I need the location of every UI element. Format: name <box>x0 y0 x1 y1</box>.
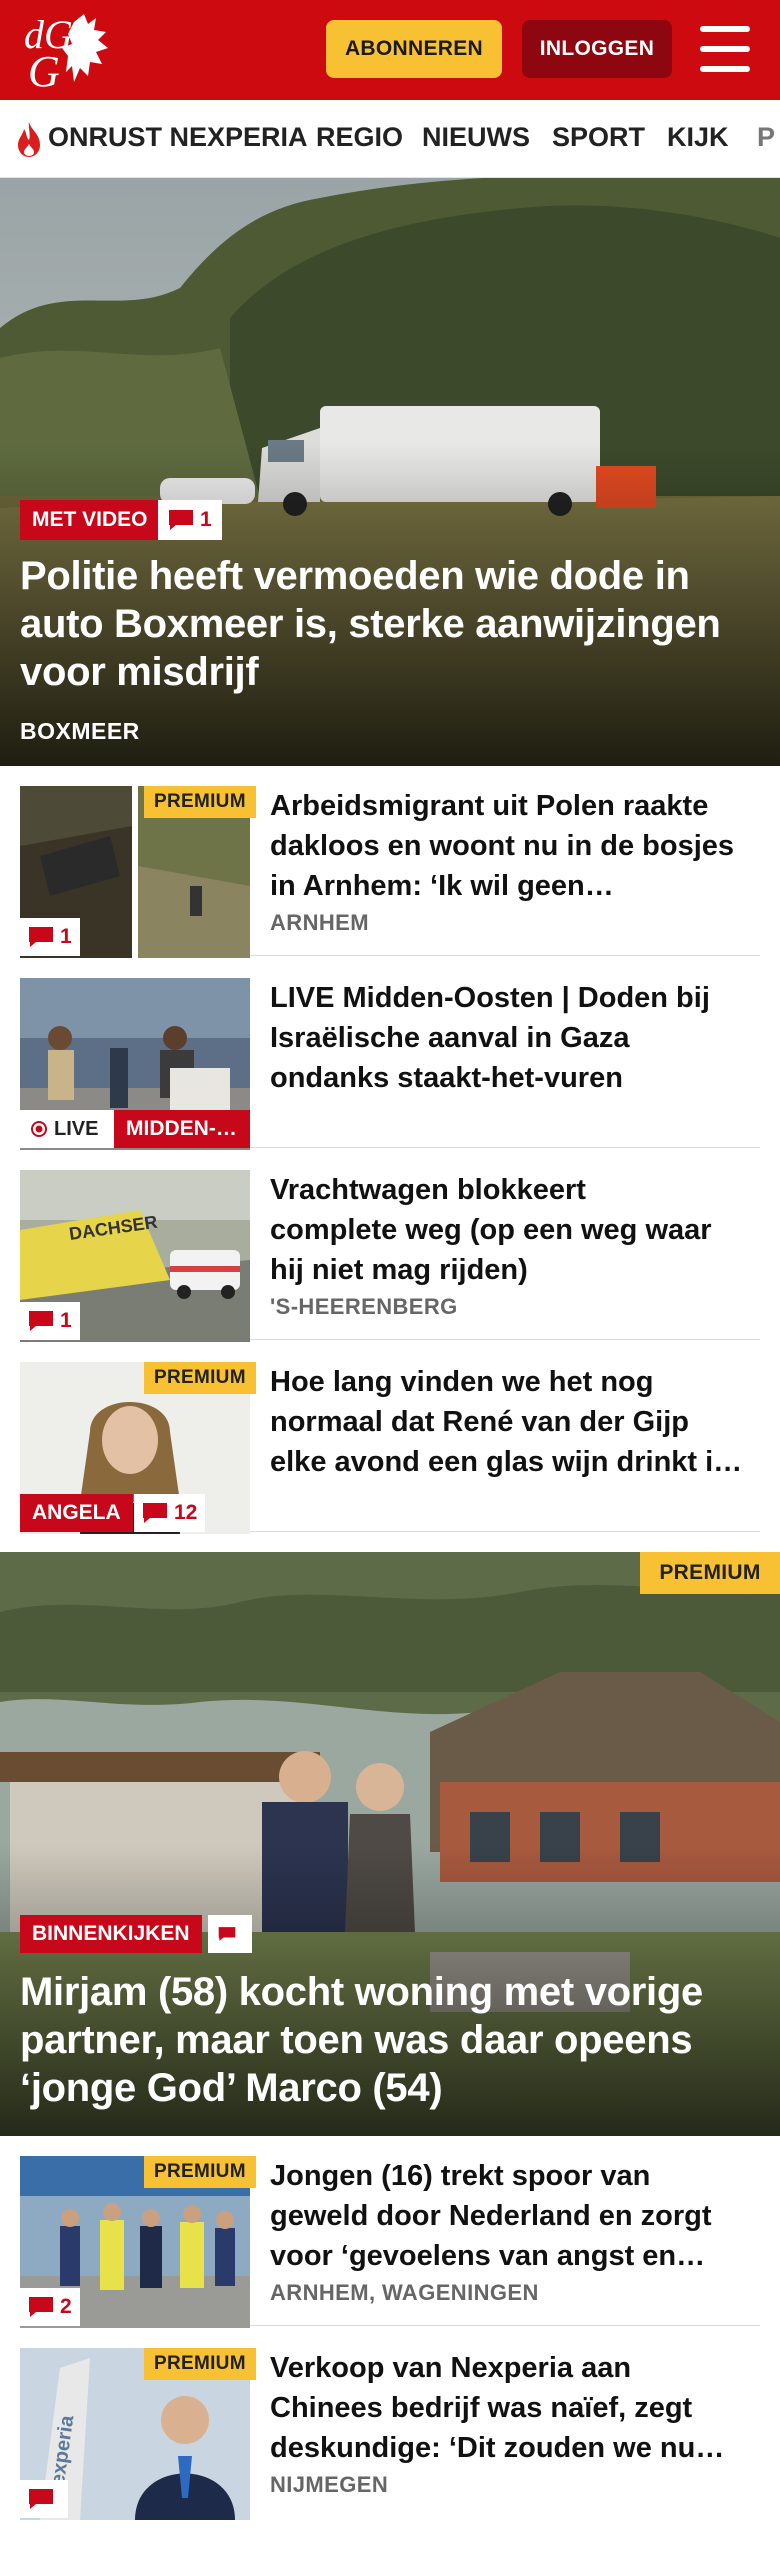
headline-line: Vrachtwagen blokkeert <box>270 1174 586 1206</box>
article-headline[interactable]: LIVE Midden-Oosten | Doden bij Israëlisc… <box>270 978 760 1098</box>
live-label: LIVE <box>54 1117 99 1140</box>
comment-icon <box>143 1503 167 1523</box>
comment-icon <box>169 510 193 530</box>
comment-icon <box>29 2489 53 2509</box>
article-row[interactable]: LIVE MIDDEN-… LIVE Midden-Oosten | Doden… <box>20 958 760 1150</box>
nav-item-sport[interactable]: SPORT <box>552 122 645 153</box>
section-nav: ONRUST NEXPERIA REGIO NIEUWS SPORT KIJK … <box>0 100 780 178</box>
login-button[interactable]: INLOGGEN <box>522 20 672 78</box>
menu-icon[interactable] <box>700 24 752 74</box>
premium-badge: PREMIUM <box>144 2348 256 2380</box>
headline-line: voor misdrijf <box>20 650 259 694</box>
headline-line: ondanks staakt-het-vuren <box>270 1062 623 1094</box>
nav-item-kijk[interactable]: KIJK <box>667 122 729 153</box>
flame-icon <box>18 122 40 157</box>
headline-line: Jongen (16) trekt spoor van <box>270 2160 651 2192</box>
premium-badge: PREMIUM <box>640 1552 780 1594</box>
comment-count: 12 <box>174 1501 198 1524</box>
article-location: ARNHEM, WAGENINGEN <box>270 2280 539 2305</box>
article-headline[interactable]: Hoe lang vinden we het nog normaal dat R… <box>270 1362 760 1482</box>
article-location: NIJMEGEN <box>270 2472 389 2497</box>
comment-badge[interactable] <box>20 2480 68 2518</box>
premium-badge: PREMIUM <box>144 2156 256 2188</box>
headline-line: auto Boxmeer is, sterke aanwijzingen <box>20 602 721 646</box>
hero-article-boxmeer[interactable]: MET VIDEO 1 Politie heeft vermoeden wie … <box>0 178 780 766</box>
article-row[interactable]: PREMIUM 2 Jongen (16) trekt spoor van ge… <box>20 2136 760 2328</box>
live-dot-icon <box>31 1121 47 1137</box>
comment-count: 1 <box>60 925 72 948</box>
article-row[interactable]: PREMIUM 1 Arbeidsmigrant uit Polen raakt… <box>20 766 760 958</box>
headline-line: hij niet mag rijden) <box>270 1254 528 1286</box>
article-location: 'S-HEERENBERG <box>270 1294 458 1319</box>
nav-item-onrust-nexperia[interactable]: ONRUST NEXPERIA <box>48 122 308 153</box>
article-location: ARNHEM <box>270 910 369 935</box>
comment-icon <box>29 1311 53 1331</box>
headline-line: voor ‘gevoelens van angst en… <box>270 2240 706 2272</box>
hero-headline[interactable]: Politie heeft vermoeden wie dode in auto… <box>20 552 721 696</box>
headline-line: ‘jonge God’ Marco (54) <box>20 2066 443 2110</box>
article-headline[interactable]: Vrachtwagen blokkeert complete weg (op e… <box>270 1170 760 1290</box>
headline-line: LIVE Midden-Oosten | Doden bij <box>270 982 710 1014</box>
comment-icon <box>218 1927 236 1941</box>
headline-line: partner, maar toen was daar opeens <box>20 2018 693 2062</box>
nav-item-regio[interactable]: REGIO <box>316 122 403 153</box>
dg-logo[interactable]: dG G <box>22 8 118 92</box>
headline-line: Verkoop van Nexperia aan <box>270 2352 632 2384</box>
premium-badge: PREMIUM <box>144 1362 256 1394</box>
article-row[interactable]: nexperia PREMIUM Verkoop van Nexperia aa… <box>20 2328 760 2520</box>
hero-article-binnenkijken[interactable]: PREMIUM BINNENKIJKEN Mirjam (58) kocht w… <box>0 1552 780 2136</box>
headline-line: dakloos en woont nu in de bosjes <box>270 830 735 862</box>
article-headline[interactable]: Arbeidsmigrant uit Polen raakte dakloos … <box>270 786 760 906</box>
comment-count-badge[interactable]: 1 <box>20 1302 80 1340</box>
headline-line: Hoe lang vinden we het nog <box>270 1366 654 1398</box>
comment-count: 1 <box>200 508 212 531</box>
comment-badge[interactable] <box>208 1915 252 1953</box>
comment-count-badge[interactable]: 12 <box>134 1494 206 1532</box>
nav-item-nieuws[interactable]: NIEUWS <box>422 122 530 153</box>
article-headline[interactable]: Verkoop van Nexperia aan Chinees bedrijf… <box>270 2348 760 2468</box>
headline-line: Arbeidsmigrant uit Polen raakte <box>270 790 709 822</box>
article-row[interactable]: PREMIUM ANGELA 12 Hoe lang vinden we het… <box>20 1342 760 1534</box>
section-badge[interactable]: BINNENKIJKEN <box>20 1915 202 1953</box>
headline-line: Israëlische aanval in Gaza <box>270 1022 630 1054</box>
live-badge: LIVE <box>20 1110 114 1148</box>
hero-location: BOXMEER <box>20 718 140 744</box>
top-bar: dG G ABONNEREN INLOGGEN <box>0 0 780 100</box>
article-headline[interactable]: Jongen (16) trekt spoor van geweld door … <box>270 2156 760 2276</box>
article-row[interactable]: DACHSER 1 Vrachtwagen blokkeert complete… <box>20 1150 760 1342</box>
headline-line: geweld door Nederland en zorgt <box>270 2200 712 2232</box>
headline-line: normaal dat René van der Gijp <box>270 1406 689 1438</box>
headline-line: Mirjam (58) kocht woning met vorige <box>20 1970 703 2014</box>
headline-line: deskundige: ‘Dit zouden we nu… <box>270 2432 725 2464</box>
headline-line: Politie heeft vermoeden wie dode in <box>20 554 690 598</box>
hero-headline[interactable]: Mirjam (58) kocht woning met vorige part… <box>20 1968 703 2112</box>
video-badge: MET VIDEO <box>20 500 160 540</box>
svg-text:G: G <box>28 47 60 92</box>
topic-tag[interactable]: MIDDEN-… <box>114 1110 250 1148</box>
subscribe-button[interactable]: ABONNEREN <box>326 20 502 78</box>
comment-icon <box>29 927 53 947</box>
headline-line: elke avond een glas wijn drinkt i… <box>270 1446 743 1478</box>
comment-icon <box>29 2297 53 2317</box>
comment-count-badge[interactable]: 2 <box>20 2288 80 2326</box>
comment-count: 1 <box>60 1309 72 1332</box>
premium-badge: PREMIUM <box>144 786 256 818</box>
comment-count-badge[interactable]: 1 <box>158 500 222 540</box>
nav-item-overflow[interactable]: P <box>757 122 775 153</box>
author-tag[interactable]: ANGELA <box>20 1494 133 1532</box>
comment-count-badge[interactable]: 1 <box>20 918 80 956</box>
headline-line: complete weg (op een weg waar <box>270 1214 712 1246</box>
comment-count: 2 <box>60 2295 72 2318</box>
headline-line: in Arnhem: ‘Ik wil geen… <box>270 870 614 902</box>
headline-line: Chinees bedrijf was naïef, zegt <box>270 2392 693 2424</box>
